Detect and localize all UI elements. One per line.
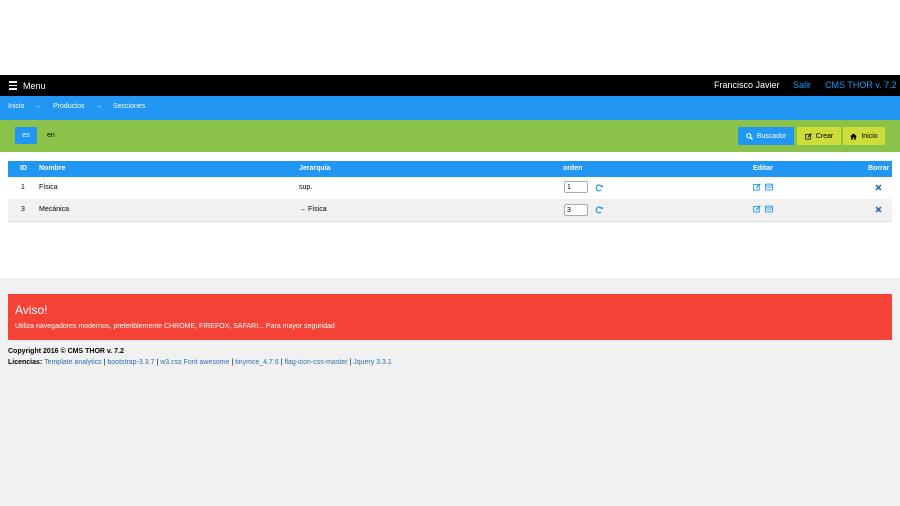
row-name: Mecánica: [39, 206, 69, 213]
user-name: Francisco Javier: [714, 80, 780, 90]
cms-version: CMS THOR v. 7.2: [825, 80, 897, 90]
logout-link[interactable]: Salir: [793, 75, 811, 96]
order-input[interactable]: 3: [564, 204, 588, 216]
create-button-label: Crear: [815, 132, 834, 140]
table-row: 3 Mecánica → Física 3: [8, 199, 892, 222]
language-es-button[interactable]: es: [15, 127, 37, 144]
menu-button[interactable]: Menu: [9, 75, 46, 96]
table-row: 1 Física sup. 1: [8, 177, 892, 200]
create-button[interactable]: Crear: [797, 127, 841, 145]
license-link[interactable]: tinymce_4.7.6: [235, 359, 279, 366]
home-icon: [850, 132, 858, 140]
row-id: 1: [21, 184, 25, 191]
breadcrumb-separator: →: [34, 103, 41, 110]
search-button[interactable]: Buscador: [738, 127, 794, 145]
search-icon: [745, 132, 753, 140]
top-navbar: Menu Francisco Javier Salir CMS THOR v. …: [0, 75, 900, 96]
licenses: Licencias: Template analytics | bootstra…: [8, 359, 392, 366]
license-link[interactable]: bootstrap-3.3.7: [107, 359, 154, 366]
col-hierarchy: Jerarquía: [299, 165, 331, 172]
browser-notice: Aviso! Utiliza navegadores modernos, pre…: [8, 294, 892, 340]
license-link[interactable]: flag-icon-css-master: [284, 359, 347, 366]
row-hierarchy: sup.: [299, 184, 313, 191]
breadcrumb-item-productos[interactable]: Productos: [53, 96, 85, 117]
col-name: Nombre: [39, 165, 66, 172]
breadcrumb-separator: →: [95, 103, 102, 110]
breadcrumb-item-inicio[interactable]: Inicio: [8, 96, 24, 117]
col-delete: Borrar: [868, 165, 890, 172]
table-header: ID Nombre Jerarquía orden Editar Borrar: [8, 161, 892, 177]
refresh-icon[interactable]: [595, 184, 603, 192]
menu-label: Menu: [23, 80, 46, 91]
edit-icon[interactable]: [753, 205, 761, 213]
details-icon[interactable]: [765, 183, 773, 191]
delete-icon[interactable]: [875, 206, 882, 213]
licenses-label: Licencias:: [8, 359, 43, 366]
col-edit: Editar: [753, 165, 773, 172]
refresh-icon[interactable]: [595, 206, 603, 214]
hamburger-icon: [9, 81, 17, 90]
col-id: ID: [20, 165, 27, 172]
order-input[interactable]: 1: [564, 181, 588, 193]
breadcrumb-item-secciones[interactable]: Secciones: [113, 96, 145, 117]
license-link[interactable]: w3.css Font awesome: [160, 359, 229, 366]
row-id: 3: [21, 206, 25, 213]
row-hierarchy: → Física: [299, 206, 327, 213]
language-en-button[interactable]: en: [47, 127, 55, 144]
delete-icon[interactable]: [875, 184, 882, 191]
copyright: Copyright 2016 © CMS THOR v. 7.2: [8, 348, 124, 355]
row-name: Física: [39, 184, 58, 191]
home-button-label: Inicio: [861, 132, 878, 140]
notice-message: Utiliza navegadores modernos, preferible…: [15, 323, 335, 330]
notice-title: Aviso!: [15, 303, 48, 317]
home-button[interactable]: Inicio: [843, 127, 885, 145]
details-icon[interactable]: [765, 205, 773, 213]
edit-icon[interactable]: [753, 183, 761, 191]
search-button-label: Buscador: [756, 132, 787, 140]
col-order: orden: [563, 165, 583, 172]
license-link[interactable]: Template analytics: [44, 359, 102, 366]
breadcrumb: Inicio → Productos → Secciones: [0, 96, 900, 120]
license-link[interactable]: Jquery 3.3.1: [353, 359, 392, 366]
edit-icon: [804, 132, 812, 140]
